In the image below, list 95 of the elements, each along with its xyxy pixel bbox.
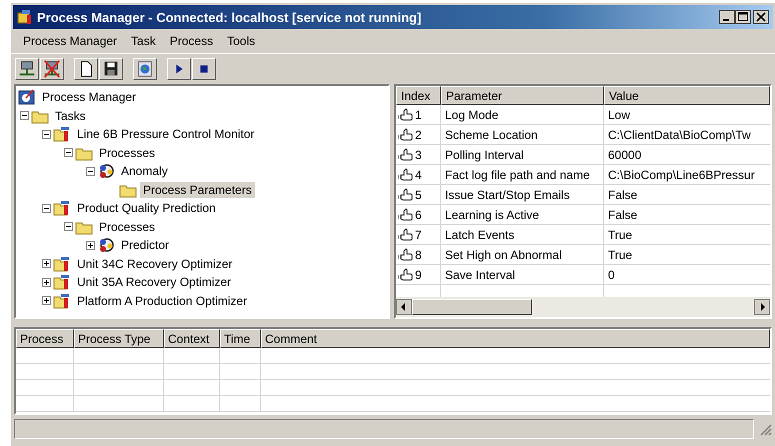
index-cell: 8	[415, 248, 422, 262]
resize-grip-icon[interactable]	[758, 422, 772, 436]
parameter-cell: Save Interval	[441, 265, 604, 284]
task-folder-icon	[53, 256, 71, 272]
value-cell-text: C:\BioComp\Line6BPressur	[607, 167, 756, 184]
hand-icon	[398, 268, 414, 281]
parameter-cell: Set High on Abnormal	[441, 245, 604, 264]
task-folder-icon	[53, 274, 71, 290]
tree-item[interactable]: Unit 35A Recovery Optimizer	[74, 274, 234, 290]
stop-icon[interactable]	[192, 58, 216, 80]
menu-item[interactable]: Process Manager	[17, 32, 124, 50]
maximize-icon[interactable]	[735, 10, 751, 24]
column-header[interactable]: Index	[396, 86, 441, 105]
tree-item[interactable]: Product Quality Prediction	[74, 200, 219, 216]
globe-icon[interactable]	[133, 58, 157, 80]
play-icon[interactable]	[167, 58, 191, 80]
disconnect-icon[interactable]	[40, 58, 64, 80]
app-icon	[17, 9, 33, 25]
index-cell: 2	[415, 128, 422, 142]
gauge-icon	[18, 89, 36, 106]
index-cell: 5	[415, 188, 422, 202]
task-folder-icon	[53, 126, 71, 142]
column-header[interactable]: Value	[604, 86, 770, 105]
index-cell: 1	[415, 108, 422, 122]
save-icon[interactable]	[99, 58, 123, 80]
menu-item[interactable]: Tools	[221, 32, 262, 50]
value-cell-text: False	[607, 187, 638, 204]
expand-icon[interactable]	[86, 240, 95, 250]
tree-item[interactable]: Processes	[96, 144, 158, 161]
hand-icon	[398, 228, 414, 241]
index-cell: 7	[415, 228, 422, 242]
value-cell-text: True	[607, 227, 634, 244]
column-header[interactable]: Comment	[261, 329, 770, 348]
hand-icon	[398, 128, 414, 141]
task-folder-icon	[53, 292, 71, 309]
gears-icon	[97, 163, 115, 180]
hand-icon	[398, 188, 414, 201]
expand-icon[interactable]	[42, 259, 51, 268]
tree-item[interactable]: Process Manager	[39, 89, 140, 106]
hand-icon	[398, 148, 414, 161]
parameter-cell: Latch Events	[441, 225, 604, 244]
parameter-cell: Scheme Location	[441, 125, 604, 144]
value-cell-text: 0	[607, 267, 616, 284]
tree-item[interactable]: Processes	[96, 218, 158, 235]
value-cell-text: C:\ClientData\BioComp\Tw	[607, 127, 752, 144]
expand-icon[interactable]	[42, 296, 51, 306]
index-cell: 3	[415, 148, 422, 162]
tree-item[interactable]: Tasks	[52, 108, 89, 124]
parameter-cell: Learning is Active	[441, 205, 604, 224]
scroll-right-icon[interactable]	[754, 299, 770, 315]
value-cell-text: True	[607, 247, 634, 264]
menu-item[interactable]: Process	[164, 32, 220, 50]
hand-icon	[398, 208, 414, 221]
menu-item[interactable]: Task	[125, 32, 162, 50]
column-header[interactable]: Time	[220, 329, 261, 348]
gears-icon	[97, 237, 115, 254]
minimize-icon[interactable]	[719, 10, 735, 24]
collapse-icon[interactable]	[64, 148, 73, 158]
index-cell: 6	[415, 208, 422, 222]
collapse-icon[interactable]	[64, 222, 73, 232]
tree-item[interactable]: Predictor	[118, 237, 172, 254]
new-file-icon[interactable]	[74, 58, 98, 80]
tree-item[interactable]: Anomaly	[118, 163, 171, 180]
tree-item[interactable]: Platform A Production Optimizer	[74, 292, 250, 309]
column-header[interactable]: Process	[16, 329, 74, 348]
hand-icon	[398, 248, 414, 261]
index-cell: 9	[415, 268, 422, 282]
value-cell-text: False	[607, 207, 638, 224]
scroll-thumb[interactable]	[412, 299, 532, 315]
parameter-cell: Fact log file path and name	[441, 165, 604, 184]
value-cell-text: 60000	[607, 147, 642, 164]
column-header[interactable]: Context	[164, 329, 220, 348]
parameter-cell: Log Mode	[441, 105, 604, 124]
value-cell-text: Low	[607, 107, 632, 124]
network-icon[interactable]	[15, 58, 39, 80]
parameter-cell: Issue Start/Stop Emails	[441, 185, 604, 204]
parameter-cell: Polling Interval	[441, 145, 604, 164]
horizontal-scrollbar[interactable]	[396, 297, 770, 317]
column-header[interactable]: Parameter	[441, 86, 604, 105]
scroll-left-icon[interactable]	[396, 299, 412, 315]
tree-item[interactable]: Unit 34C Recovery Optimizer	[74, 256, 236, 272]
collapse-icon[interactable]	[20, 111, 29, 120]
close-icon[interactable]	[753, 10, 769, 24]
collapse-icon[interactable]	[86, 166, 95, 176]
collapse-icon[interactable]	[42, 204, 51, 213]
expand-icon[interactable]	[42, 278, 51, 287]
column-header[interactable]: Process Type	[74, 329, 164, 348]
tree-item[interactable]: Process Parameters	[140, 182, 255, 198]
task-folder-icon	[53, 200, 71, 216]
collapse-icon[interactable]	[42, 130, 51, 139]
index-cell: 4	[415, 168, 422, 182]
hand-icon	[398, 168, 414, 181]
tree-item[interactable]: Line 6B Pressure Control Monitor	[74, 126, 258, 142]
window-title: Process Manager - Connected: localhost [service not running]	[37, 10, 422, 24]
hand-icon	[398, 108, 414, 121]
